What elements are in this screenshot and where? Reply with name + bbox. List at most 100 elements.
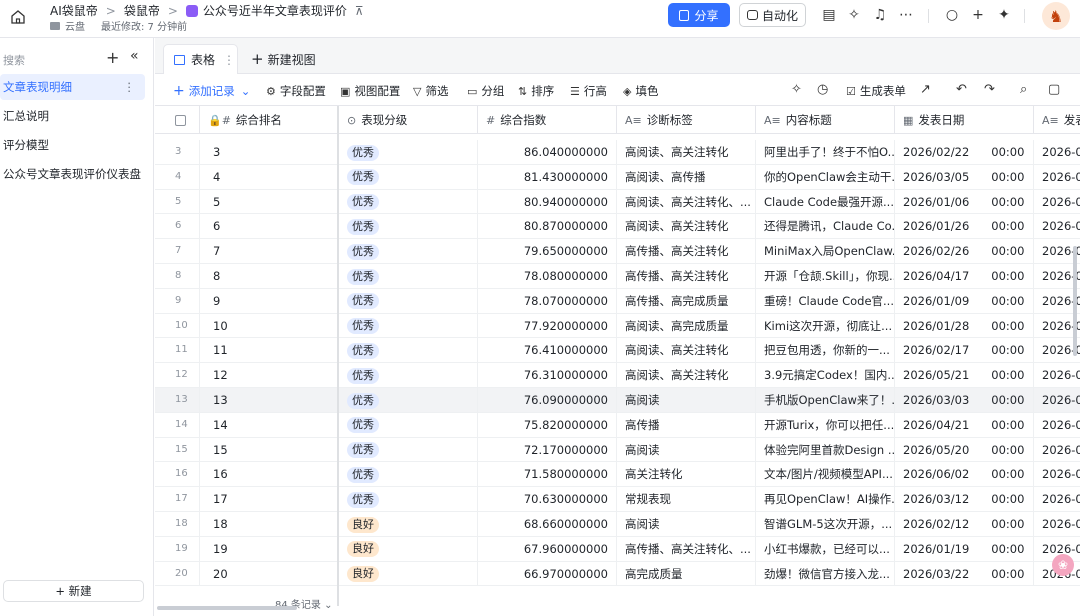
table-row[interactable]: 19 19 良好 67.960000000 高传播、高关注转化、... 小红书爆款，已经可… xyxy=(155,536,1080,562)
row-index[interactable]: 6 xyxy=(155,214,200,239)
cell-date[interactable]: 2026/01/06 00:00 xyxy=(895,189,1034,214)
cell-title[interactable]: 再见OpenClaw！AI操作... xyxy=(756,487,895,512)
tab-grid[interactable]: 表格 ⋮ xyxy=(163,44,238,74)
cell-rank[interactable]: 5 xyxy=(200,189,339,214)
cell-score[interactable]: 79.650000000 xyxy=(478,239,617,264)
cell-title[interactable]: 3.9元搞定Codex！国内... xyxy=(756,363,895,388)
horizontal-scrollbar[interactable] xyxy=(157,606,297,610)
add-icon[interactable]: + xyxy=(970,7,986,23)
breadcrumb-folder[interactable]: 袋鼠帝 xyxy=(124,2,160,19)
cell-rank[interactable]: 16 xyxy=(200,462,339,487)
cell-grade[interactable]: 优秀 xyxy=(339,338,478,363)
cell-title[interactable]: 还得是腾讯，Claude Co... xyxy=(756,214,895,239)
cell-tags[interactable]: 常规表现 xyxy=(617,487,756,512)
table-row[interactable]: 13 13 优秀 76.090000000 高阅读 手机版OpenClaw来了！... 20… xyxy=(155,388,1080,413)
cell-tags[interactable]: 高阅读 xyxy=(617,437,756,462)
cell-rank[interactable]: 10 xyxy=(200,313,339,338)
cell-rank[interactable]: 4 xyxy=(200,164,339,189)
cell-grade[interactable]: 优秀 xyxy=(339,189,478,214)
cell-rank[interactable]: 8 xyxy=(200,264,339,288)
share-button[interactable]: 分享 xyxy=(668,3,730,27)
cell-date[interactable]: 2026/03/03 00:00 xyxy=(895,388,1034,412)
cell-title[interactable]: 开源「仓颉.Skill」，你现... xyxy=(756,264,895,288)
chevron-down-icon[interactable]: ⌄ xyxy=(241,84,251,98)
row-index[interactable]: 20 xyxy=(155,561,200,586)
cell-grade[interactable]: 优秀 xyxy=(339,313,478,338)
cell-date2[interactable]: 2026-04 xyxy=(1034,413,1080,437)
cell-score[interactable]: 80.870000000 xyxy=(478,214,617,239)
history-icon[interactable]: ◷ xyxy=(817,82,828,97)
table-row[interactable]: 11 11 优秀 76.410000000 高阅读、高关注转化 把豆包用透，你新的一...… xyxy=(155,338,1080,364)
table-row[interactable]: 5 5 优秀 80.940000000 高阅读、高关注转化、... Claude Code… xyxy=(155,189,1080,215)
search-records-icon[interactable]: ⌕ xyxy=(1020,82,1027,97)
avatar[interactable]: ♞ xyxy=(1042,2,1070,30)
table-row[interactable]: 20 20 良好 66.970000000 高完成质量 劲爆！微信官方接入龙... 2026… xyxy=(155,561,1080,587)
bell-icon[interactable]: ♫ xyxy=(872,7,888,23)
cell-tags[interactable]: 高传播、高关注转化、... xyxy=(617,536,756,561)
col-header-score[interactable]: # 综合指数 xyxy=(478,106,617,134)
table-row[interactable]: 10 10 优秀 77.920000000 高阅读、高完成质量 Kimi这次开源，彻底让.… xyxy=(155,313,1080,339)
cell-tags[interactable]: 高完成质量 xyxy=(617,561,756,586)
doc-info-icon[interactable]: ▤ xyxy=(821,7,837,23)
cell-date[interactable]: 2026/05/21 00:00 xyxy=(895,363,1034,388)
col-header-title[interactable]: A≡ 内容标题 xyxy=(756,106,895,134)
cell-rank[interactable]: 9 xyxy=(200,288,339,313)
cell-grade[interactable]: 优秀 xyxy=(339,288,478,313)
sidebar-item-dashboard[interactable]: 公众号文章表现评价仪表盘 xyxy=(0,161,145,187)
cell-title[interactable]: 阿里出手了！终于不怕O... xyxy=(756,140,895,164)
row-index[interactable]: 16 xyxy=(155,462,200,487)
redo-icon[interactable]: ↷ xyxy=(984,82,995,97)
cell-date[interactable]: 2026/04/17 00:00 xyxy=(895,264,1034,288)
cell-title[interactable]: 你的OpenClaw会主动干... xyxy=(756,164,895,189)
row-index[interactable]: 4 xyxy=(155,164,200,189)
cell-score[interactable]: 86.040000000 xyxy=(478,140,617,164)
cell-date2[interactable]: 2026-05 xyxy=(1034,438,1080,462)
cell-rank[interactable]: 13 xyxy=(200,388,339,412)
add-record-button[interactable]: + 添加记录 ⌄ xyxy=(173,83,250,99)
add-table-icon[interactable]: + xyxy=(106,48,119,67)
cell-date2[interactable]: 2026-01 xyxy=(1034,190,1080,214)
cell-score[interactable]: 68.660000000 xyxy=(478,512,617,536)
cell-score[interactable]: 67.960000000 xyxy=(478,536,617,561)
row-index[interactable]: 11 xyxy=(155,338,200,363)
cell-score[interactable]: 80.940000000 xyxy=(478,189,617,214)
cell-score[interactable]: 77.920000000 xyxy=(478,313,617,338)
row-index[interactable]: 8 xyxy=(155,264,200,288)
cell-rank[interactable]: 14 xyxy=(200,412,339,437)
cell-grade[interactable]: 优秀 xyxy=(339,239,478,264)
row-index[interactable]: 7 xyxy=(155,239,200,264)
table-row[interactable]: 8 8 优秀 78.080000000 高传播、高关注转化 开源「仓颉.Skill」，你现… xyxy=(155,264,1080,289)
cell-date[interactable]: 2026/02/12 00:00 xyxy=(895,512,1034,536)
cell-date2[interactable]: 2026-06 xyxy=(1034,462,1080,486)
undo-icon[interactable]: ↶ xyxy=(956,82,967,97)
cell-tags[interactable]: 高阅读 xyxy=(617,512,756,536)
new-button[interactable]: + 新建 xyxy=(3,580,144,602)
cell-grade[interactable]: 优秀 xyxy=(339,140,478,164)
field-config-button[interactable]: ⚙ 字段配置 xyxy=(266,83,326,99)
row-index[interactable]: 9 xyxy=(155,288,200,313)
col-header-date[interactable]: ▦ 发表日期 xyxy=(895,106,1034,134)
plugin-icon[interactable]: ✧ xyxy=(846,7,862,23)
row-index[interactable]: 10 xyxy=(155,313,200,338)
collapse-sidebar-icon[interactable]: « xyxy=(130,48,139,64)
cell-title[interactable]: 劲爆！微信官方接入龙... xyxy=(756,561,895,586)
row-index[interactable]: 19 xyxy=(155,536,200,561)
cell-tags[interactable]: 高传播 xyxy=(617,412,756,437)
row-index[interactable]: 17 xyxy=(155,487,200,512)
automation-button[interactable]: 自动化 xyxy=(739,3,806,27)
cell-grade[interactable]: 优秀 xyxy=(339,214,478,239)
cell-title[interactable]: 文本/图片/视频模型API... xyxy=(756,462,895,487)
cell-date[interactable]: 2026/01/19 00:00 xyxy=(895,536,1034,561)
cell-date[interactable]: 2026/04/21 00:00 xyxy=(895,412,1034,437)
sort-button[interactable]: ⇅ 排序 xyxy=(518,83,554,99)
cell-title[interactable]: 把豆包用透，你新的一... xyxy=(756,338,895,363)
cell-score[interactable]: 72.170000000 xyxy=(478,437,617,462)
cell-date[interactable]: 2026/01/09 00:00 xyxy=(895,288,1034,313)
table-row[interactable]: 9 9 优秀 78.070000000 高传播、高完成质量 重磅！Claude Code官… xyxy=(155,288,1080,314)
row-index[interactable]: 3 xyxy=(155,140,200,164)
cell-title[interactable]: Claude Code最强开源... xyxy=(756,189,895,214)
table-row[interactable]: 15 15 优秀 72.170000000 高阅读 体验完阿里首款Design ... 20… xyxy=(155,437,1080,463)
group-button[interactable]: ▭ 分组 xyxy=(467,83,504,99)
row-index[interactable]: 15 xyxy=(155,437,200,462)
doc-location[interactable]: 云盘 xyxy=(65,18,85,33)
